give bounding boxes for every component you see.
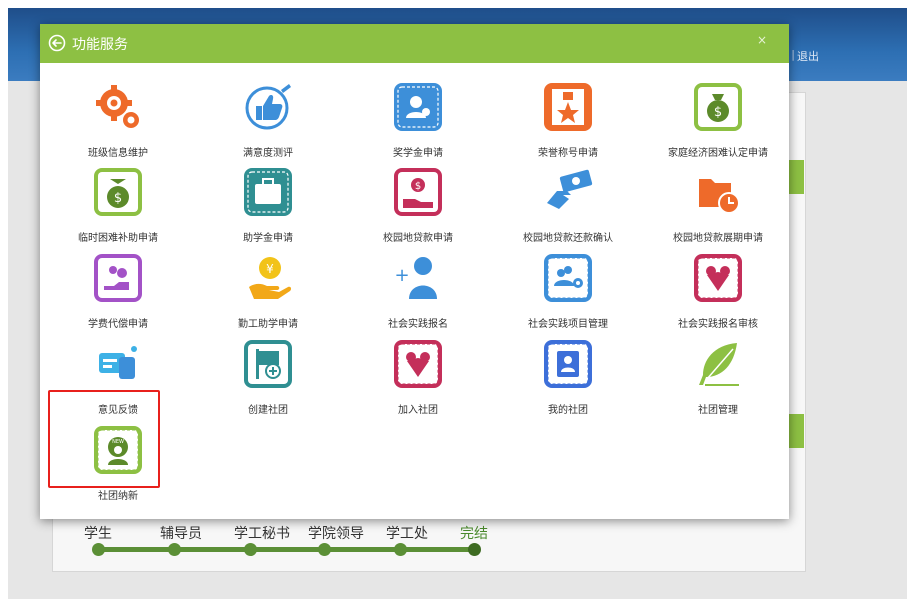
tile-label: 我的社团 (548, 405, 588, 416)
tile-label: 社会实践报名 (388, 319, 448, 330)
back-arrow-icon[interactable] (48, 34, 66, 52)
logout-link[interactable]: 退出 (797, 48, 819, 64)
tile-label: 社团纳新 (98, 491, 138, 502)
club-emblem-icon (694, 254, 742, 302)
flag-add-icon (244, 340, 292, 388)
tile-label: 校园地贷款展期申请 (673, 233, 763, 244)
tile-label: 创建社团 (248, 405, 288, 416)
tile-label: 勤工助学申请 (238, 319, 298, 330)
hand-coins-icon (94, 254, 142, 302)
flow-step-dot (394, 543, 407, 556)
tile-loan-repayment[interactable]: 校园地贷款还款确认 (503, 167, 633, 247)
svg-text:$: $ (114, 191, 122, 206)
tile-label: 校园地贷款申请 (383, 233, 453, 244)
tile-honor-title[interactable]: 荣誉称号申请 (503, 82, 633, 162)
scholarship-icon (394, 83, 442, 131)
tile-my-clubs[interactable]: 我的社团 (503, 339, 633, 419)
tile-tuition-compensation[interactable]: 学费代偿申请 (53, 253, 183, 333)
tile-temporary-aid[interactable]: $ 临时困难补助申请 (53, 167, 183, 247)
coin-palm-icon: ¥ (249, 257, 292, 299)
flow-step-dot (318, 543, 331, 556)
tile-class-info[interactable]: 班级信息维护 (53, 82, 183, 162)
gears-icon (96, 85, 139, 128)
tile-practice-project-mgmt[interactable]: 社会实践项目管理 (503, 253, 633, 333)
tile-label: 家庭经济困难认定申请 (668, 148, 768, 159)
tile-label: 班级信息维护 (88, 148, 148, 159)
feather-icon (699, 343, 739, 386)
selection-highlight (48, 390, 160, 488)
honor-medal-icon (544, 83, 592, 131)
tile-practice-signup[interactable]: + 社会实践报名 (353, 253, 483, 333)
tile-family-difficulty[interactable]: $ 家庭经济困难认定申请 (653, 82, 783, 162)
tile-label: 加入社团 (398, 405, 438, 416)
chat-bubbles-icon (99, 346, 137, 379)
tile-label: 学费代偿申请 (88, 319, 148, 330)
flow-step-label: 学生 (84, 526, 112, 542)
id-card-icon (544, 340, 592, 388)
tile-label: 校园地贷款还款确认 (523, 233, 613, 244)
flow-step-dot (244, 543, 257, 556)
flow-step-dot (168, 543, 181, 556)
tile-label: 社会实践项目管理 (528, 319, 608, 330)
flow-step-label: 学工处 (386, 526, 428, 542)
tile-label: 社团管理 (698, 405, 738, 416)
tile-label: 荣誉称号申请 (538, 148, 598, 159)
folder-clock-icon (699, 179, 740, 214)
tile-club-management[interactable]: 社团管理 (653, 339, 783, 419)
tile-label: 临时困难补助申请 (78, 233, 158, 244)
money-bag-icon: $ (94, 168, 142, 216)
section-tab (788, 160, 804, 194)
flow-step-dot (92, 543, 105, 556)
approval-flow: 学生 辅导员 学工秘书 学院领导 学工处 完结 (62, 517, 802, 565)
tile-label: 助学金申请 (243, 233, 293, 244)
briefcase-icon (244, 168, 292, 216)
add-user-icon: + (394, 257, 437, 299)
club-emblem-icon (394, 340, 442, 388)
tile-label: 社会实践报名审核 (678, 319, 758, 330)
tile-create-club[interactable]: 创建社团 (203, 339, 333, 419)
coin-hand-icon: $ (394, 168, 442, 216)
flow-step-label: 学院领导 (308, 526, 364, 542)
tile-satisfaction-survey[interactable]: 满意度测评 (203, 82, 333, 162)
flow-step-label: 完结 (460, 526, 488, 542)
tile-practice-signup-review[interactable]: 社会实践报名审核 (653, 253, 783, 333)
cash-hand-icon (547, 169, 593, 209)
svg-text:$: $ (415, 181, 421, 192)
flow-step-dot (468, 543, 481, 556)
tile-work-study[interactable]: ¥ 勤工助学申请 (203, 253, 333, 333)
section-tab (788, 414, 804, 448)
tile-label: 奖学金申请 (393, 148, 443, 159)
tile-scholarship[interactable]: 奖学金申请 (353, 82, 483, 162)
tile-grant[interactable]: 助学金申请 (203, 167, 333, 247)
modal-title: 功能服务 (72, 37, 128, 53)
svg-text:¥: ¥ (266, 262, 274, 276)
svg-text:$: $ (714, 105, 722, 120)
flow-step-label: 辅导员 (160, 526, 202, 542)
tile-join-club[interactable]: 加入社团 (353, 339, 483, 419)
tile-label: 满意度测评 (243, 148, 293, 159)
money-bag-icon: $ (694, 83, 742, 131)
flow-line (98, 547, 474, 552)
tile-campus-loan[interactable]: $ 校园地贷款申请 (353, 167, 483, 247)
header-separator: | (791, 48, 795, 61)
modal-header: 功能服务 × (40, 24, 789, 63)
flow-step-label: 学工秘书 (234, 526, 290, 542)
tile-loan-extension[interactable]: 校园地贷款展期申请 (653, 167, 783, 247)
thumbs-up-icon (245, 84, 291, 130)
team-gear-icon (544, 254, 592, 302)
svg-text:+: + (394, 265, 409, 286)
close-button[interactable]: × (757, 33, 767, 47)
